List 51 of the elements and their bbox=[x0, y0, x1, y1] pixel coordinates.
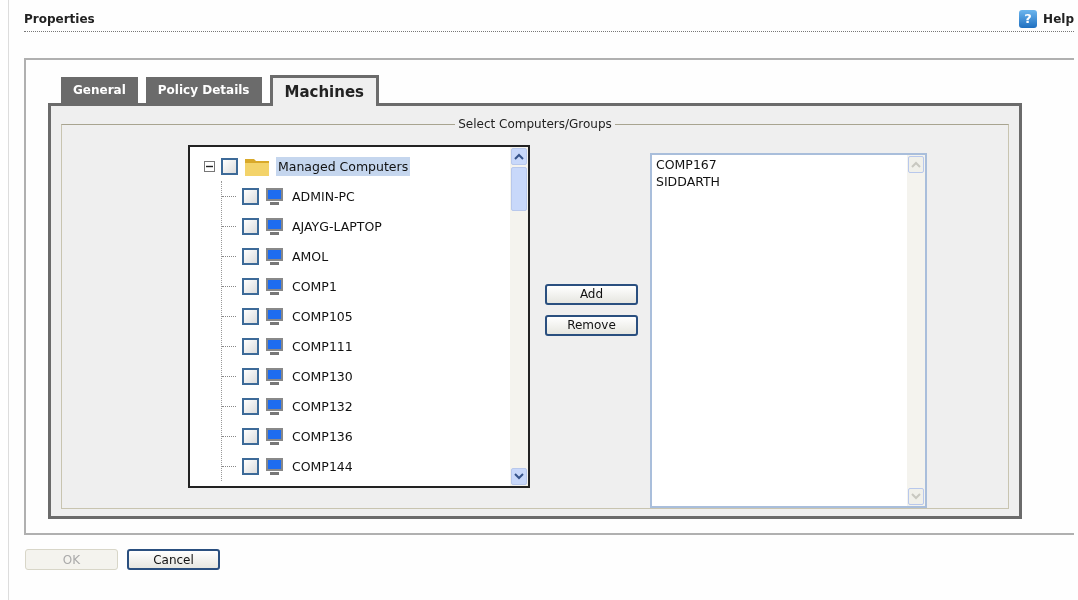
help-link[interactable]: Help bbox=[1043, 11, 1074, 26]
scroll-down-icon bbox=[911, 493, 921, 500]
list-item[interactable]: COMP167 bbox=[656, 156, 903, 173]
tree-item[interactable]: COMP1 bbox=[290, 276, 339, 296]
monitor-icon bbox=[265, 276, 284, 296]
tree-item[interactable]: COMP136 bbox=[290, 426, 355, 446]
monitor-icon bbox=[265, 306, 284, 326]
tab[interactable]: Machines bbox=[269, 75, 380, 106]
checkbox[interactable] bbox=[242, 247, 259, 265]
checkbox[interactable] bbox=[221, 157, 238, 175]
tree-item[interactable]: COMP105 bbox=[290, 306, 355, 326]
checkbox[interactable] bbox=[242, 187, 259, 205]
scroll-up-icon bbox=[911, 161, 921, 168]
monitor-icon bbox=[265, 216, 284, 236]
tree-item[interactable]: COMP130 bbox=[290, 366, 355, 386]
scroll-down-icon bbox=[514, 473, 524, 480]
scroll-thumb[interactable] bbox=[511, 167, 527, 211]
tree-item[interactable]: AJAYG-LAPTOP bbox=[290, 216, 384, 236]
monitor-icon bbox=[265, 426, 284, 446]
list-item[interactable]: SIDDARTH bbox=[656, 173, 903, 190]
scroll-up-icon bbox=[514, 153, 524, 160]
monitor-icon bbox=[265, 246, 284, 266]
checkbox[interactable] bbox=[242, 277, 259, 295]
monitor-icon bbox=[265, 456, 284, 476]
checkbox[interactable] bbox=[242, 367, 259, 385]
tab[interactable]: Policy Details bbox=[145, 77, 262, 103]
checkbox[interactable] bbox=[242, 427, 259, 445]
page-title: Properties bbox=[24, 11, 95, 26]
group-legend: Select Computers/Groups bbox=[455, 117, 615, 131]
collapse-icon[interactable] bbox=[204, 160, 215, 172]
monitor-icon bbox=[265, 366, 284, 386]
scrollbar[interactable] bbox=[907, 155, 925, 506]
tree-item[interactable]: COMP132 bbox=[290, 396, 355, 416]
monitor-icon bbox=[265, 336, 284, 356]
checkbox[interactable] bbox=[242, 397, 259, 415]
remove-button[interactable]: Remove bbox=[545, 314, 638, 336]
monitor-icon bbox=[265, 186, 284, 206]
tree-item[interactable]: COMP144 bbox=[290, 456, 355, 476]
checkbox[interactable] bbox=[242, 217, 259, 235]
tree-item[interactable]: ADMIN-PC bbox=[290, 186, 357, 206]
tab[interactable]: General bbox=[61, 77, 138, 103]
cancel-button[interactable]: Cancel bbox=[127, 549, 220, 570]
scrollbar[interactable] bbox=[510, 147, 528, 486]
tree-item[interactable]: COMP111 bbox=[290, 336, 355, 356]
tree-item[interactable]: AMOL bbox=[290, 246, 331, 266]
tree-item[interactable]: Managed Computers bbox=[276, 156, 411, 176]
checkbox[interactable] bbox=[242, 307, 259, 325]
monitor-icon bbox=[265, 396, 284, 416]
checkbox[interactable] bbox=[242, 337, 259, 355]
add-button[interactable]: Add bbox=[545, 283, 638, 305]
checkbox[interactable] bbox=[242, 457, 259, 475]
